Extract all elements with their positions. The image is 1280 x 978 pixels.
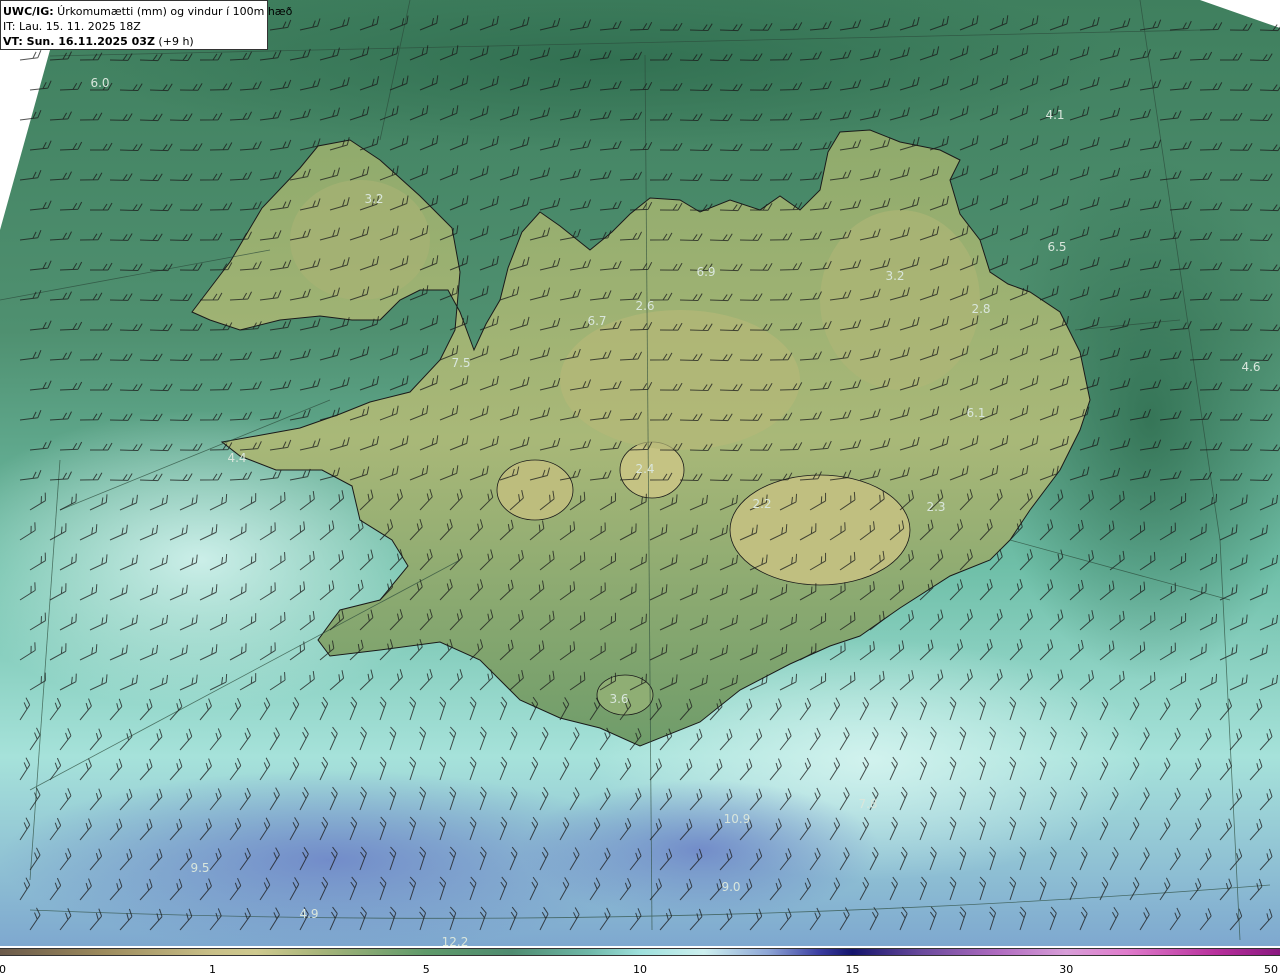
map-panel: 6.0 4.1 3.2 6.5 6.9 3.2 2.6 2.8 6.7 7.5 4.6 6.1 4.4 2… bbox=[0, 0, 1280, 946]
precip-value-label: 2.6 bbox=[635, 299, 654, 313]
precip-value-label: 9.5 bbox=[190, 861, 209, 875]
highland bbox=[560, 310, 800, 450]
precip-value-label: 4.9 bbox=[299, 907, 318, 921]
precip-value-label: 4.6 bbox=[1241, 360, 1260, 374]
it-line: IT: Lau. 15. 11. 2025 18Z bbox=[3, 20, 141, 33]
precip-value-label: 6.0 bbox=[90, 76, 109, 90]
precip-value-label: 4.1 bbox=[1045, 108, 1064, 122]
precip-value-label: 2.2 bbox=[752, 497, 771, 511]
colorbar-tick-label: 15 bbox=[845, 963, 860, 976]
precip-value-label: 6.5 bbox=[1047, 240, 1066, 254]
precip-value-label: 2.4 bbox=[635, 462, 654, 476]
precipitation-wind-map: 6.0 4.1 3.2 6.5 6.9 3.2 2.6 2.8 6.7 7.5 4.6 6.1 4.4 2… bbox=[0, 0, 1280, 946]
precip-value-label: 9.0 bbox=[721, 880, 740, 894]
colorbar: 0 1 5 10 15 30 50 bbox=[0, 946, 1280, 978]
map-info-box: UWC/IG: Úrkomumætti (mm) og vindur í 100… bbox=[0, 0, 292, 50]
precip-value-label: 2.8 bbox=[971, 302, 990, 316]
precip-value-label: 7.8 bbox=[858, 797, 877, 811]
vt-prefix: VT: Sun. 16.11.2025 03Z bbox=[3, 35, 155, 48]
precip-value-label: 3.2 bbox=[885, 269, 904, 283]
title-line: UWC/IG: Úrkomumætti (mm) og vindur í 100… bbox=[3, 4, 292, 19]
title-text: Úrkomumætti (mm) og vindur í 100m hæð bbox=[53, 5, 293, 18]
vt-line: VT: Sun. 16.11.2025 03Z (+9 h) bbox=[3, 34, 267, 49]
title-prefix: UWC/IG: bbox=[3, 5, 54, 18]
precip-value-label: 2.3 bbox=[926, 500, 945, 514]
precip-value-label: 6.7 bbox=[587, 314, 606, 328]
colorbar-strip bbox=[0, 948, 1280, 956]
colorbar-tick-label: 30 bbox=[1059, 963, 1074, 976]
highland bbox=[290, 180, 430, 300]
colorbar-tick-label: 10 bbox=[633, 963, 647, 976]
colorbar-tick-label: 50 bbox=[1264, 963, 1279, 976]
precip-value-label: 7.5 bbox=[451, 356, 470, 370]
precip-value-label: 3.2 bbox=[364, 192, 383, 206]
precip-value-label: 12.2 bbox=[442, 935, 469, 946]
glacier bbox=[496, 459, 574, 521]
colorbar-tick-label: 1 bbox=[208, 963, 216, 976]
precip-value-label: 3.6 bbox=[609, 692, 628, 706]
precip-value-label: 6.9 bbox=[696, 265, 715, 279]
precip-value-label: 10.9 bbox=[724, 812, 751, 826]
precip-value-label: 4.4 bbox=[227, 451, 246, 465]
colorbar-tick-label: 5 bbox=[422, 963, 430, 976]
precip-value-label: 6.1 bbox=[966, 406, 985, 420]
colorbar-tick-label: 0 bbox=[0, 963, 7, 976]
vt-suffix: (+9 h) bbox=[154, 35, 194, 48]
